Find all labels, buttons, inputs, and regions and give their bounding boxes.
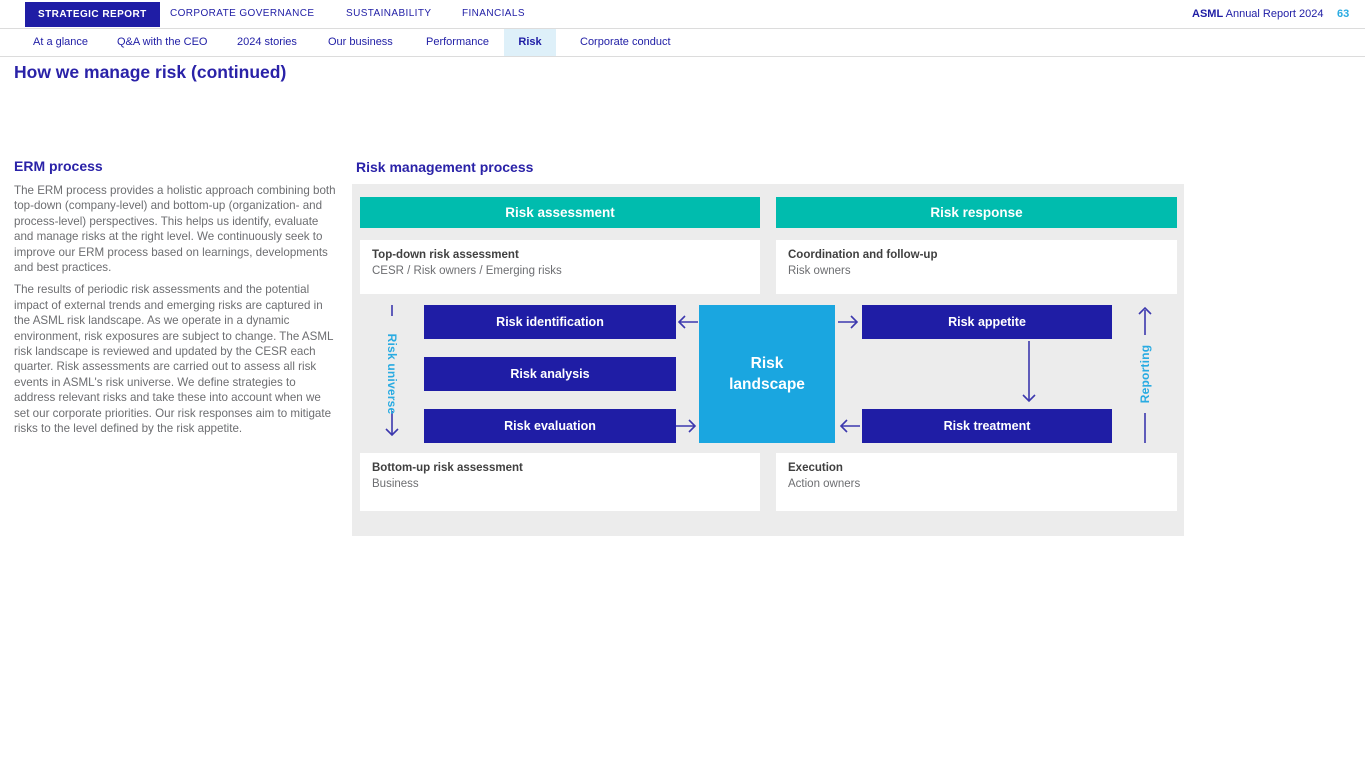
- step-risk-evaluation: Risk evaluation: [424, 409, 676, 443]
- nav-section-label: STRATEGIC REPORT: [38, 9, 147, 20]
- rail-reporting: Reporting: [1133, 305, 1157, 443]
- arrow-appetite-to-treatment-icon: [1021, 341, 1037, 408]
- phase-bar-risk-assessment: Risk assessment: [360, 197, 760, 228]
- step-risk-treatment: Risk treatment: [862, 409, 1112, 443]
- nav-section-sustainability[interactable]: SUSTAINABILITY: [346, 0, 431, 28]
- arrow-treatment-to-landscape-icon: [836, 418, 862, 434]
- risk-landscape-box: Risk landscape: [699, 305, 835, 443]
- risk-management-diagram: Risk assessment Risk response Top-down r…: [352, 184, 1184, 536]
- brand-subtitle: Annual Report 2024: [1223, 8, 1323, 20]
- reporting-label: Reporting: [1138, 345, 1152, 403]
- erm-paragraph-2: The results of periodic risk assessments…: [14, 282, 337, 436]
- step-risk-analysis: Risk analysis: [424, 357, 676, 391]
- step-risk-identification: Risk identification: [424, 305, 676, 339]
- card-top-down-risk-assessment: Top-down risk assessment CESR / Risk own…: [360, 240, 760, 294]
- phase-bar-risk-response: Risk response: [776, 197, 1177, 228]
- nav-section-corporate-governance[interactable]: CORPORATE GOVERNANCE: [170, 0, 315, 28]
- erm-process-heading: ERM process: [14, 158, 337, 174]
- arrow-evaluation-to-landscape-icon: [674, 418, 700, 434]
- risk-landscape-label: Risk landscape: [721, 353, 813, 395]
- card-title: Execution: [788, 462, 1165, 474]
- risk-universe-label: Risk universe: [385, 334, 399, 415]
- card-subtitle: Business: [372, 478, 748, 490]
- subnav-item-2024-stories[interactable]: 2024 stories: [237, 29, 297, 56]
- secondary-navigation-bar: At a glance Q&A with the CEO 2024 storie…: [0, 29, 1365, 57]
- page-number: 63: [1337, 0, 1349, 28]
- card-subtitle: CESR / Risk owners / Emerging risks: [372, 265, 748, 277]
- card-bottom-up-risk-assessment: Bottom-up risk assessment Business: [360, 453, 760, 511]
- risk-management-process-heading: Risk management process: [356, 159, 533, 175]
- brand-name: ASML: [1192, 8, 1223, 20]
- card-title: Top-down risk assessment: [372, 249, 748, 261]
- top-navigation-bar: STRATEGIC REPORT CORPORATE GOVERNANCE SU…: [0, 0, 1365, 29]
- card-execution: Execution Action owners: [776, 453, 1177, 511]
- subnav-item-performance[interactable]: Performance: [426, 29, 489, 56]
- card-title: Coordination and follow-up: [788, 249, 1165, 261]
- nav-section-strategic-report[interactable]: STRATEGIC REPORT: [25, 2, 160, 27]
- subnav-item-at-a-glance[interactable]: At a glance: [33, 29, 88, 56]
- subnav-item-our-business[interactable]: Our business: [328, 29, 393, 56]
- subnav-item-qa-with-ceo[interactable]: Q&A with the CEO: [117, 29, 207, 56]
- subnav-item-risk-active[interactable]: Risk: [504, 29, 556, 56]
- card-subtitle: Risk owners: [788, 265, 1165, 277]
- arrow-landscape-to-appetite-icon: [836, 314, 862, 330]
- page-title: How we manage risk (continued): [14, 62, 286, 83]
- nav-section-financials[interactable]: FINANCIALS: [462, 0, 525, 28]
- card-title: Bottom-up risk assessment: [372, 462, 748, 474]
- page-canvas: STRATEGIC REPORT CORPORATE GOVERNANCE SU…: [0, 0, 1365, 769]
- card-subtitle: Action owners: [788, 478, 1165, 490]
- erm-paragraph-1: The ERM process provides a holistic appr…: [14, 183, 337, 275]
- step-risk-appetite: Risk appetite: [862, 305, 1112, 339]
- subnav-item-corporate-conduct[interactable]: Corporate conduct: [580, 29, 671, 56]
- arrow-landscape-to-identification-icon: [674, 314, 700, 330]
- card-coordination-follow-up: Coordination and follow-up Risk owners: [776, 240, 1177, 294]
- erm-process-section: ERM process The ERM process provides a h…: [14, 158, 337, 444]
- rail-risk-universe: Risk universe: [380, 305, 404, 443]
- report-brand: ASML Annual Report 2024: [1192, 0, 1323, 28]
